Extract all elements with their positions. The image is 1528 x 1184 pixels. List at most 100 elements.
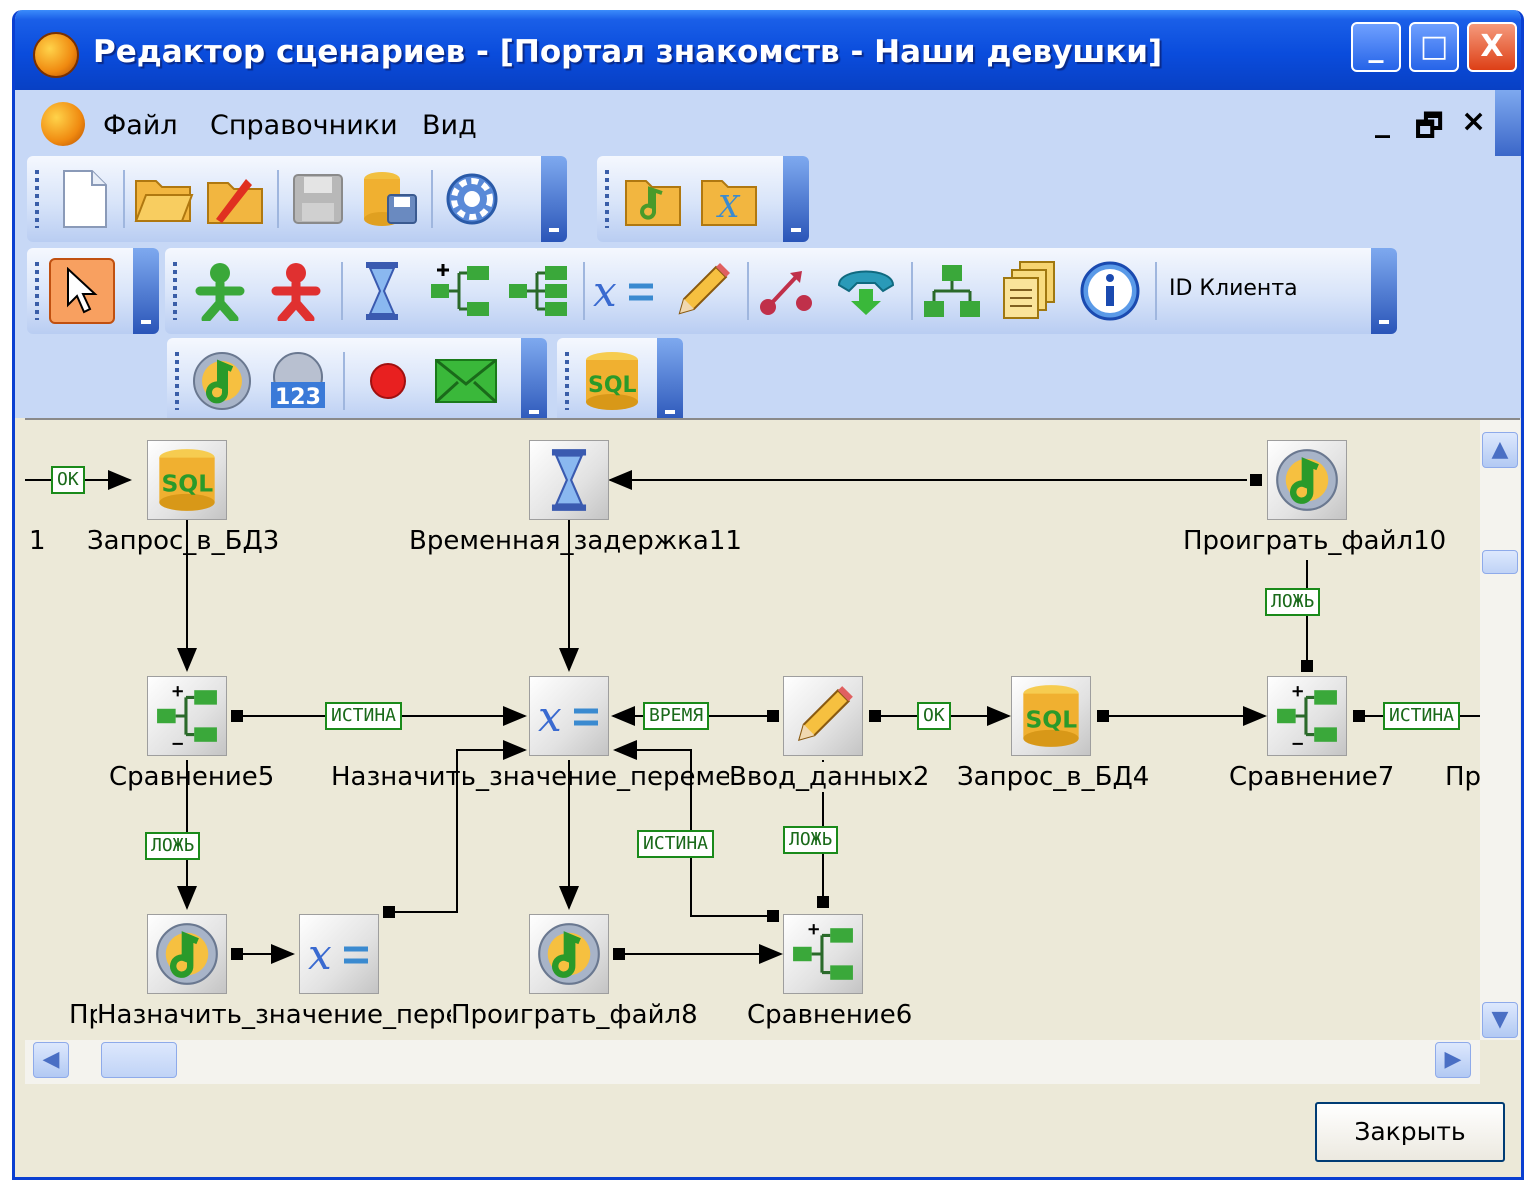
edge-label-false: ЛОЖЬ — [145, 832, 201, 860]
node-data-input-2[interactable] — [783, 676, 863, 756]
connector-link-icon[interactable] — [755, 258, 821, 324]
menu-overflow-chevron[interactable] — [1495, 90, 1521, 156]
node-compare-7[interactable] — [1267, 676, 1347, 756]
import-variable-icon[interactable]: X — [697, 166, 763, 232]
toolbar-grip[interactable] — [35, 170, 39, 228]
start-green-person-icon[interactable] — [187, 258, 253, 324]
document-icon[interactable] — [41, 102, 85, 146]
app-window: Редактор сценариев - [Портал знакомств -… — [12, 10, 1524, 1180]
node-delay-11[interactable] — [529, 440, 609, 520]
sql-icon: SQL — [1023, 685, 1079, 747]
toolbar-overflow-chevron[interactable] — [133, 248, 159, 334]
end-red-person-icon[interactable] — [263, 258, 329, 324]
vertical-scroll-thumb[interactable] — [1482, 550, 1518, 574]
horizontal-scrollbar[interactable]: ◀ ▶ — [25, 1040, 1480, 1084]
import-sound-icon[interactable] — [621, 166, 687, 232]
music-icon — [1276, 449, 1338, 511]
record-icon[interactable] — [355, 348, 421, 414]
node-label: Ввод_данных2 — [729, 762, 930, 792]
open-recent-icon[interactable] — [203, 166, 269, 232]
client-id-button[interactable]: ID Клиента — [1169, 276, 1298, 301]
toolbar-grip[interactable] — [173, 262, 177, 320]
edge-label-true: ИСТИНА — [1383, 702, 1461, 730]
close-button[interactable]: Закрыть — [1315, 1102, 1505, 1162]
mdi-minimize-button[interactable]: _ — [1375, 104, 1390, 139]
hourglass-icon — [551, 449, 587, 511]
horizontal-scroll-thumb[interactable] — [101, 1042, 177, 1078]
node-play-file-10[interactable] — [1267, 440, 1347, 520]
scroll-left-icon[interactable]: ◀ — [33, 1042, 69, 1078]
minimize-button[interactable]: _ — [1351, 22, 1401, 72]
play-sound-icon[interactable] — [189, 348, 255, 414]
node-label: Запрос_в_БД3 — [87, 526, 280, 556]
sql-toolbar: SQL — [557, 338, 683, 424]
open-folder-icon[interactable] — [131, 166, 197, 232]
app-logo-icon — [33, 32, 79, 78]
edge-label-time: ВРЕМЯ — [643, 702, 710, 730]
toolbar-grip[interactable] — [35, 262, 39, 320]
edge-label-ok: OK — [917, 702, 951, 730]
toolbar-overflow-chevron[interactable] — [1371, 248, 1397, 334]
sql-query-icon[interactable]: SQL — [579, 348, 645, 414]
save-disabled-icon[interactable] — [285, 166, 351, 232]
edge-label-ok: OK — [51, 466, 85, 494]
node-label: Запрос_в_БД4 — [957, 762, 1150, 792]
send-email-icon[interactable] — [433, 348, 499, 414]
vertical-scrollbar[interactable]: ▲ ▼ — [1480, 418, 1520, 1040]
scroll-up-icon[interactable]: ▲ — [1482, 432, 1518, 468]
mdi-restore-button[interactable]: 🗗 — [1415, 104, 1443, 155]
diagram-canvas[interactable]: OK ЛОЖЬ ИСТИНА ВРЕМЯ OK ИСТИНА ЛОЖЬ ИСТИ… — [25, 418, 1480, 1040]
svg-text:X: X — [716, 190, 741, 225]
node-assign-variable[interactable]: x — [529, 676, 609, 756]
menu-directories[interactable]: Справочники — [210, 110, 398, 141]
compare-add-icon[interactable] — [427, 258, 493, 324]
save-database-icon[interactable] — [357, 166, 423, 232]
scroll-down-icon[interactable]: ▼ — [1482, 1002, 1518, 1038]
toolbar-grip[interactable] — [175, 352, 179, 410]
toolbar-grip[interactable] — [565, 352, 569, 410]
node-label-fragment: 1 — [29, 526, 46, 556]
node-sql-query-3[interactable]: SQL — [147, 440, 227, 520]
menu-view[interactable]: Вид — [422, 110, 477, 141]
documents-icon[interactable] — [997, 258, 1063, 324]
toolbar-grip[interactable] — [605, 170, 609, 228]
node-play-file[interactable] — [147, 914, 227, 994]
pointer-tool-icon[interactable] — [49, 258, 115, 324]
node-label: Временная_задержка11 — [409, 526, 742, 556]
edge-label-false: ЛОЖЬ — [783, 826, 839, 854]
import-toolbar: X — [597, 156, 809, 242]
mdi-close-button[interactable]: × — [1461, 104, 1486, 139]
node-label: Проиграть_файл8 — [451, 1000, 698, 1030]
info-icon[interactable] — [1077, 258, 1143, 324]
scroll-right-icon[interactable]: ▶ — [1435, 1042, 1471, 1078]
node-compare-6[interactable] — [783, 914, 863, 994]
toolbar-area: X x ID Клиента 123 SQL — [15, 156, 1521, 424]
delay-hourglass-icon[interactable] — [349, 258, 415, 324]
phone-transfer-icon[interactable] — [833, 258, 899, 324]
hierarchy-icon[interactable] — [919, 258, 985, 324]
close-window-button[interactable]: X — [1467, 22, 1517, 72]
node-play-file-8[interactable] — [529, 914, 609, 994]
footer-panel: Закрыть — [15, 1084, 1521, 1177]
title-bar[interactable]: Редактор сценариев - [Портал знакомств -… — [15, 10, 1521, 90]
node-compare-5[interactable] — [147, 676, 227, 756]
menu-file[interactable]: Файл — [103, 110, 178, 141]
toolbar-overflow-chevron[interactable] — [521, 338, 547, 424]
input-pencil-icon[interactable] — [669, 258, 735, 324]
node-label: Сравнение7 — [1229, 762, 1395, 792]
settings-gear-icon[interactable] — [439, 166, 505, 232]
menu-bar: Файл Справочники Вид _ 🗗 × — [15, 90, 1521, 156]
assign-variable-icon[interactable]: x — [591, 258, 657, 324]
compare-branch-icon[interactable] — [505, 258, 571, 324]
toolbar-overflow-chevron[interactable] — [783, 156, 809, 242]
pencil-icon — [797, 686, 853, 742]
toolbar-overflow-chevron[interactable] — [541, 156, 567, 242]
new-file-icon[interactable] — [51, 166, 117, 232]
maximize-button[interactable]: □ — [1409, 22, 1459, 72]
play-number-icon[interactable]: 123 — [265, 348, 331, 414]
node-label: Сравнение5 — [109, 762, 275, 792]
svg-text:SQL: SQL — [1025, 706, 1077, 734]
node-sql-query-4[interactable]: SQL — [1011, 676, 1091, 756]
node-assign-variable-2[interactable]: x — [299, 914, 379, 994]
toolbar-overflow-chevron[interactable] — [657, 338, 683, 424]
